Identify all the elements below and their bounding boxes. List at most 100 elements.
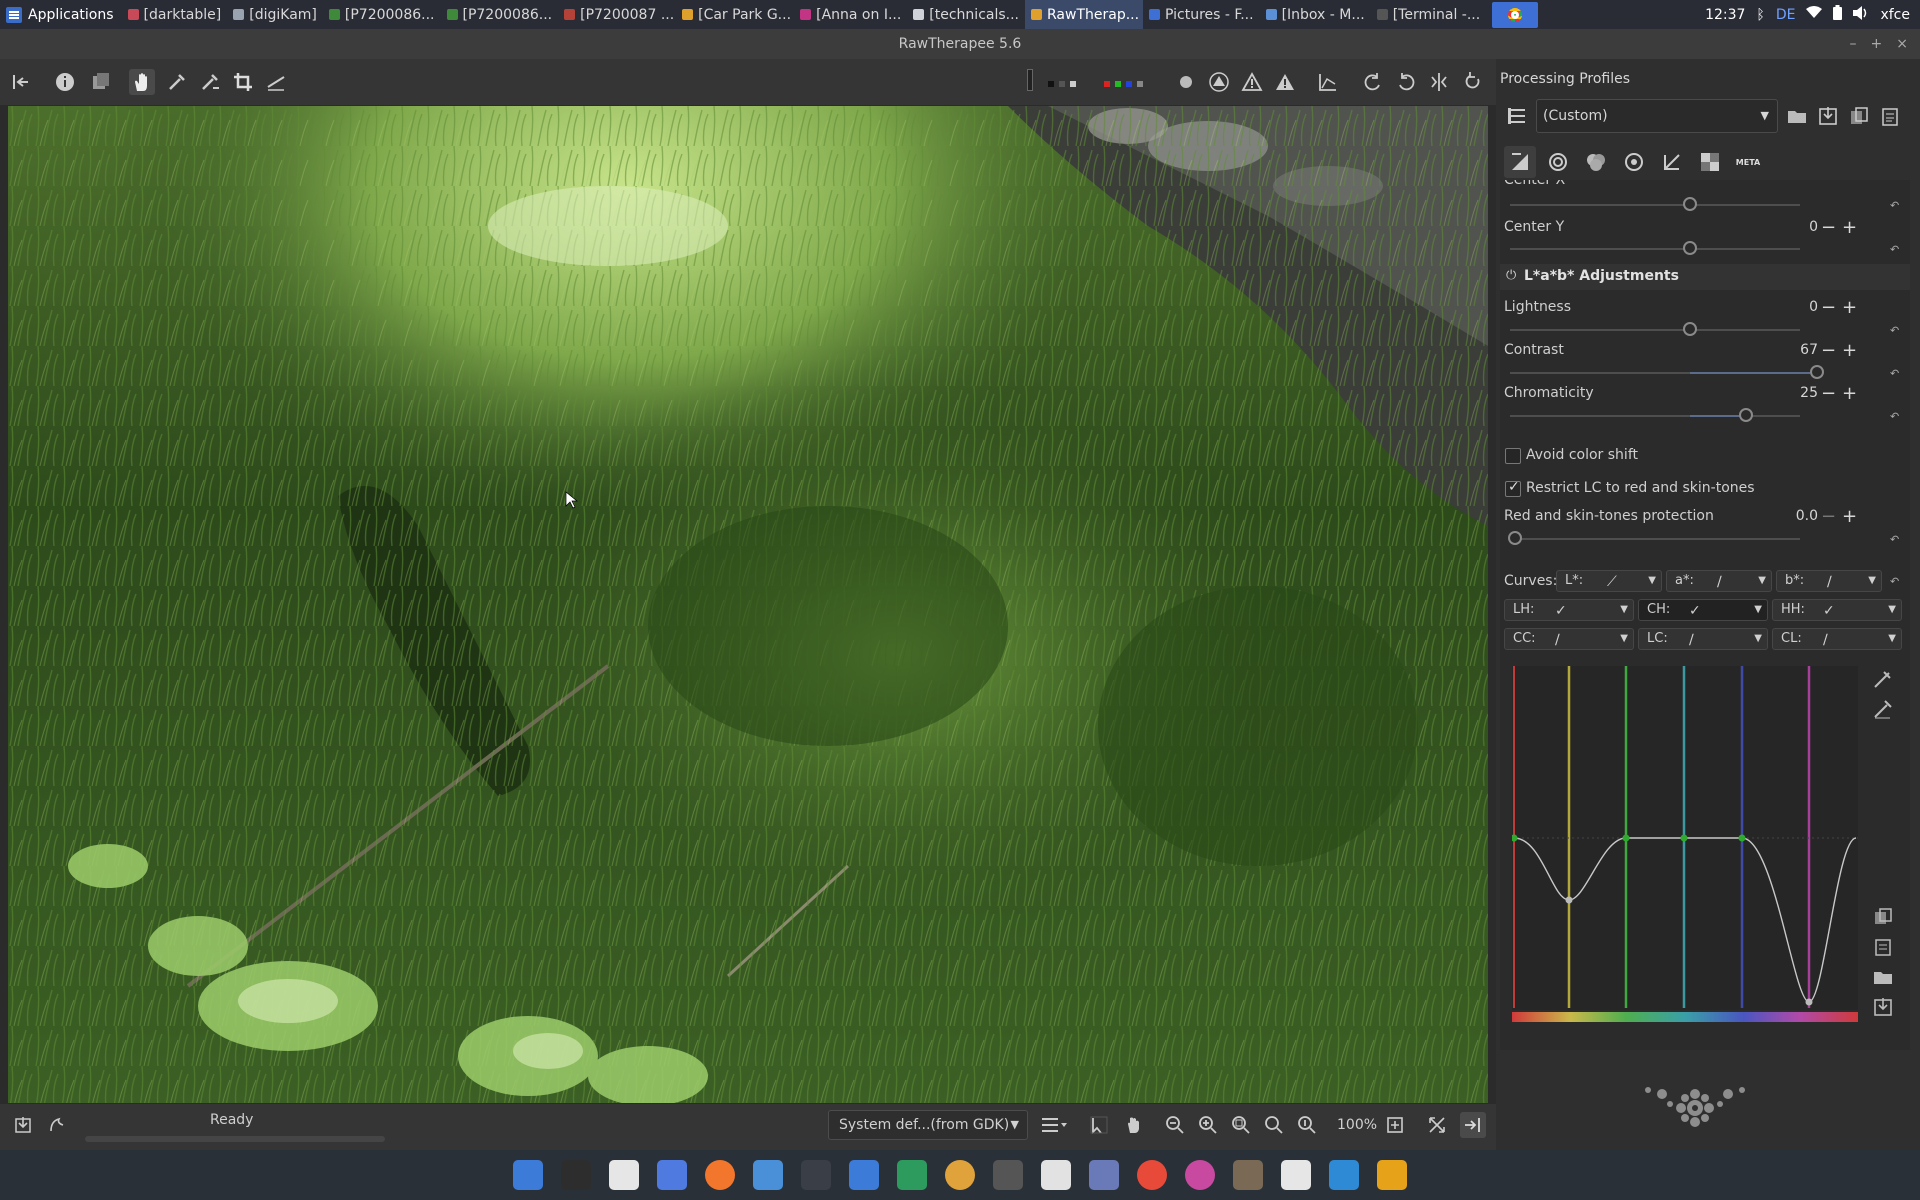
- curve-paste-icon[interactable]: [1872, 936, 1894, 958]
- zoom-fit-crop-icon[interactable]: [1261, 1112, 1287, 1138]
- taskbar-item[interactable]: RawTherap...: [1025, 0, 1144, 29]
- lab-section-header[interactable]: ⏻ L*a*b* Adjustments: [1500, 264, 1910, 290]
- flip-v-icon[interactable]: [1459, 69, 1485, 95]
- restrict-lc-checkbox[interactable]: [1505, 479, 1521, 497]
- new-detail-window-icon[interactable]: [1382, 1112, 1408, 1138]
- text-editor-icon[interactable]: [604, 1155, 644, 1195]
- avoid-color-shift-checkbox[interactable]: [1505, 448, 1521, 464]
- taskbar-item[interactable]: [Car Park G...: [676, 0, 794, 29]
- rotate-left-icon[interactable]: [1360, 69, 1386, 95]
- straighten-icon[interactable]: [263, 69, 289, 95]
- taskbar-item[interactable]: [digiKam]: [227, 0, 323, 29]
- curve-open-icon[interactable]: [1872, 966, 1894, 988]
- applications-menu[interactable]: Applications: [0, 0, 122, 29]
- chromaticity-decrease[interactable]: −: [1821, 385, 1836, 403]
- folder-icon[interactable]: [844, 1155, 884, 1195]
- center-y-value[interactable]: 0: [1766, 219, 1818, 241]
- contrast-slider[interactable]: [1810, 365, 1824, 379]
- ch-curve-graph[interactable]: [1510, 666, 1858, 1024]
- chrome-icon[interactable]: [1132, 1155, 1172, 1195]
- curve-picker-icon[interactable]: [1872, 698, 1894, 720]
- lightness-value[interactable]: 0: [1766, 299, 1818, 321]
- save-profile-icon[interactable]: [1815, 103, 1841, 129]
- clock[interactable]: 12:37: [1705, 7, 1745, 23]
- curve-edit-icon[interactable]: [1872, 668, 1894, 690]
- right-panel-toggle-icon[interactable]: [1460, 1112, 1486, 1138]
- minimize-button[interactable]: –: [1850, 29, 1857, 59]
- advanced-tab-icon[interactable]: [1618, 146, 1650, 178]
- close-button[interactable]: ×: [1896, 29, 1908, 59]
- magnifier-icon[interactable]: [1324, 1155, 1364, 1195]
- open-profile-icon[interactable]: [1784, 103, 1810, 129]
- screenshot-icon[interactable]: [1084, 1155, 1124, 1195]
- crop-icon[interactable]: [230, 69, 256, 95]
- clipped-highlights-icon[interactable]: [1239, 69, 1265, 95]
- darktable-icon[interactable]: [1180, 1155, 1220, 1195]
- curve-save-icon[interactable]: [1872, 996, 1894, 1018]
- volume-icon[interactable]: [1853, 5, 1869, 24]
- taskbar-item[interactable]: [Terminal -...: [1371, 0, 1486, 29]
- curve-a-button[interactable]: a*: ∕ ▼: [1666, 570, 1772, 592]
- terminal-icon[interactable]: [556, 1155, 596, 1195]
- gimp-icon[interactable]: [1228, 1155, 1268, 1195]
- raw-tab-icon[interactable]: [1694, 146, 1726, 178]
- clipped-shadows-icon[interactable]: [1206, 69, 1232, 95]
- before-after-icon[interactable]: [88, 69, 114, 95]
- curve-b-button[interactable]: b*: ∕ ▼: [1776, 570, 1882, 592]
- rotate-right-icon[interactable]: [1393, 69, 1419, 95]
- soft-proof-icon[interactable]: [1086, 1112, 1112, 1138]
- center-x-slider[interactable]: [1683, 197, 1697, 211]
- hand-icon[interactable]: [129, 69, 155, 95]
- monitor-profile-select[interactable]: System def...(from GDK) ▼: [828, 1110, 1028, 1140]
- curve-ch-button[interactable]: CH: ✓ ▼: [1638, 599, 1768, 621]
- taskbar-item[interactable]: Pictures - F...: [1143, 0, 1260, 29]
- center-y-decrease[interactable]: −: [1821, 219, 1836, 237]
- lightness-reset-icon[interactable]: ↶: [1890, 324, 1902, 337]
- color-tab-icon[interactable]: [1580, 146, 1612, 178]
- taskbar-item[interactable]: [Inbox - M...: [1260, 0, 1371, 29]
- power-icon[interactable]: ⏻: [1506, 268, 1516, 283]
- transform-tab-icon[interactable]: [1656, 146, 1688, 178]
- chromaticity-value[interactable]: 25: [1766, 385, 1818, 407]
- lightness-increase[interactable]: +: [1842, 299, 1857, 317]
- red-skin-protection-decrease[interactable]: −: [1821, 508, 1836, 526]
- taskbar-item[interactable]: [darktable]: [122, 0, 228, 29]
- contrast-value[interactable]: 67: [1766, 342, 1818, 364]
- firefox-icon[interactable]: [700, 1155, 740, 1195]
- wifi-icon[interactable]: [1806, 6, 1823, 23]
- contrast-decrease[interactable]: −: [1821, 342, 1836, 360]
- battery-icon[interactable]: [1833, 5, 1843, 24]
- red-skin-protection-value[interactable]: 0.0: [1766, 508, 1818, 530]
- warning-icon[interactable]: [1272, 69, 1298, 95]
- curve-lc-button[interactable]: LC: ∕ ▼: [1638, 628, 1768, 650]
- chrome-task-button[interactable]: [1492, 1, 1539, 28]
- chromaticity-slider[interactable]: [1739, 408, 1753, 422]
- paste-profile-icon[interactable]: [1877, 103, 1903, 129]
- curves-reset-icon[interactable]: ↶: [1890, 575, 1902, 588]
- contrast-reset-icon[interactable]: ↶: [1890, 367, 1902, 380]
- panel-toggle-icon[interactable]: [8, 69, 34, 95]
- center-x-reset-icon[interactable]: ↶: [1890, 199, 1902, 212]
- zoom-fit-icon[interactable]: [1228, 1112, 1254, 1138]
- save-image-icon[interactable]: [10, 1112, 36, 1138]
- curve-hh-button[interactable]: HH: ✓ ▼: [1772, 599, 1902, 621]
- curve-l-button[interactable]: L*: ⟋ ▼: [1556, 570, 1662, 592]
- red-skin-protection-increase[interactable]: +: [1842, 508, 1857, 526]
- output-intent-button[interactable]: [1034, 1112, 1074, 1138]
- center-y-increase[interactable]: +: [1842, 219, 1857, 237]
- focus-mask-icon[interactable]: [1173, 69, 1199, 95]
- flip-h-icon[interactable]: [1426, 69, 1452, 95]
- curve-cl-button[interactable]: CL: ∕ ▼: [1772, 628, 1902, 650]
- mail-icon[interactable]: [748, 1155, 788, 1195]
- ch-curve-editor[interactable]: [1510, 666, 1858, 1024]
- color-wheel-icon[interactable]: [1036, 1155, 1076, 1195]
- image-preview[interactable]: [8, 106, 1488, 1103]
- session-label[interactable]: xfce: [1880, 7, 1910, 23]
- copy-profile-icon[interactable]: [1846, 103, 1872, 129]
- download-icon[interactable]: [1372, 1155, 1412, 1195]
- red-skin-protection-slider[interactable]: [1508, 531, 1522, 545]
- taskbar-item[interactable]: [Anna on I...: [794, 0, 907, 29]
- center-y-slider[interactable]: [1683, 241, 1697, 255]
- color-picker-icon[interactable]: [164, 69, 190, 95]
- processing-profile-select[interactable]: (Custom) ▼: [1536, 99, 1778, 133]
